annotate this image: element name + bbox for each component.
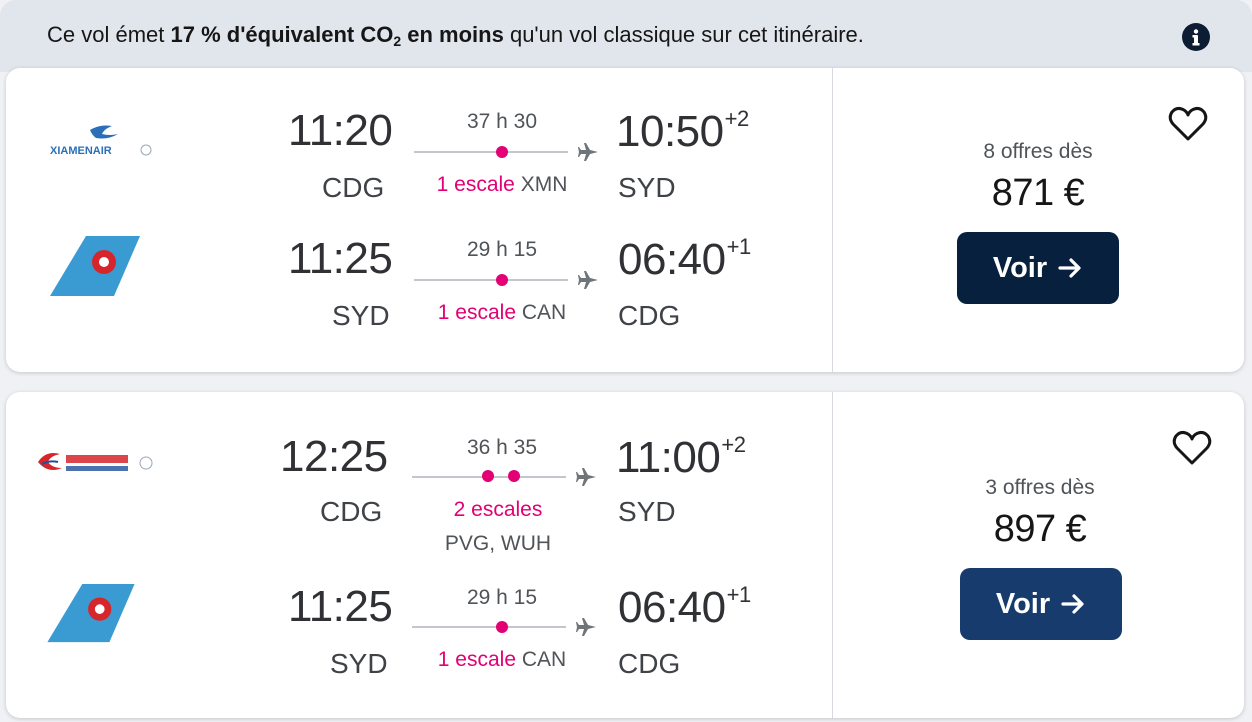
route-line	[414, 151, 568, 153]
route-line	[412, 626, 566, 628]
heart-icon[interactable]	[1172, 430, 1212, 466]
heart-icon[interactable]	[1168, 106, 1208, 142]
arrive-airport: CDG	[618, 648, 681, 679]
offers-count: 8 offres dès	[983, 140, 1093, 163]
depart-time: 12:25	[280, 432, 388, 481]
arrive-time: 10:50+2	[616, 106, 749, 156]
stop-dot	[496, 274, 508, 286]
flight-duration: 29 h 15	[466, 586, 538, 609]
depart-airport: CDG	[320, 496, 383, 527]
co2-banner-text: Ce vol émet 17 % d'équivalent CO2 en moi…	[47, 22, 864, 49]
china-southern-logo	[50, 234, 140, 303]
flight-result-card[interactable]: 12:25 CDG 36 h 35 2 escales PVG, WUH 11:…	[6, 392, 1244, 718]
flight-duration: 29 h 15	[466, 238, 538, 261]
arrive-time: 06:40+1	[618, 582, 751, 632]
flight-duration: 37 h 30	[466, 110, 538, 133]
flight-result-card[interactable]: XIAMENAIR 11:20 CDG 37 h 30 1 escale XMN…	[6, 68, 1244, 372]
plane-icon	[578, 143, 598, 161]
stops-info: 1 escale XMN	[436, 173, 568, 196]
depart-airport: SYD	[332, 300, 390, 331]
card-divider	[832, 68, 833, 372]
arrive-airport: SYD	[618, 496, 676, 527]
stops-info: 1 escale CAN	[437, 301, 567, 324]
view-deal-button[interactable]: Voir	[957, 232, 1119, 304]
flight-duration: 36 h 35	[466, 436, 538, 459]
arrow-right-icon	[1058, 258, 1081, 278]
plane-icon	[576, 468, 596, 486]
arrive-airport: CDG	[618, 300, 681, 331]
depart-time: 11:25	[288, 582, 393, 631]
depart-time: 11:25	[288, 234, 393, 283]
price: 871 €	[991, 172, 1085, 214]
arrow-right-icon	[1061, 594, 1084, 614]
stops-info: 2 escales	[453, 498, 543, 521]
stop-dot	[508, 470, 520, 482]
co2-banner: Ce vol émet 17 % d'équivalent CO2 en moi…	[0, 0, 1252, 72]
depart-airport: SYD	[330, 648, 388, 679]
china-southern-logo	[46, 582, 136, 649]
stop-dot	[496, 146, 508, 158]
route-line	[414, 279, 568, 281]
svg-text:XIAMENAIR: XIAMENAIR	[50, 145, 112, 157]
arrive-airport: SYD	[618, 172, 676, 203]
stop-dot	[496, 621, 508, 633]
stop-dot	[482, 470, 494, 482]
card-divider	[832, 392, 833, 718]
depart-airport: CDG	[322, 172, 385, 203]
depart-time: 11:20	[288, 106, 393, 155]
arrive-time: 06:40+1	[618, 234, 751, 284]
info-icon[interactable]	[1182, 23, 1210, 51]
view-deal-button[interactable]: Voir	[960, 568, 1122, 640]
china-eastern-logo	[36, 448, 156, 483]
plane-icon	[578, 271, 598, 289]
plane-icon	[576, 618, 596, 636]
stops-info: 1 escale CAN	[437, 648, 567, 671]
stops-via: PVG, WUH	[444, 532, 552, 555]
arrive-time: 11:00+2	[616, 432, 746, 482]
xiamenair-logo: XIAMENAIR	[48, 120, 158, 165]
offers-count: 3 offres dès	[985, 476, 1095, 499]
price: 897 €	[993, 508, 1087, 550]
